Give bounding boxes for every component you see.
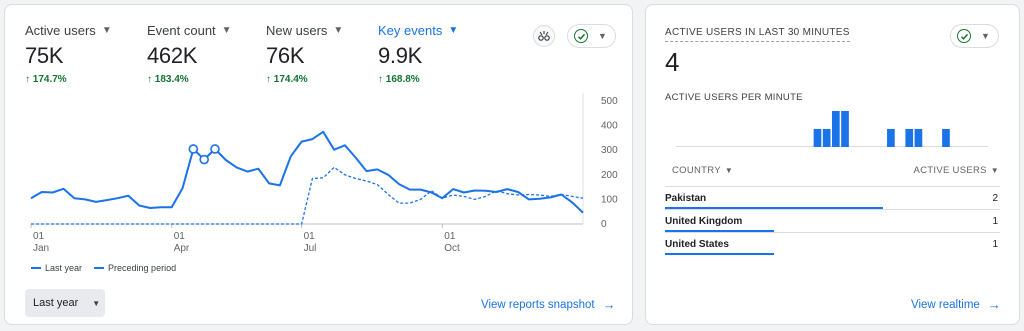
metric-change: ↑ 183.4% xyxy=(147,74,189,85)
check-circle-icon xyxy=(957,29,971,43)
legend-previous: Preceding period xyxy=(108,263,177,273)
y-tick-label: 0 xyxy=(601,219,607,230)
insights-icon[interactable] xyxy=(533,25,555,47)
minute-bar xyxy=(942,129,950,147)
arrow-up-icon: ↑ xyxy=(147,74,152,85)
data-point-marker xyxy=(188,144,199,154)
legend-current: Last year xyxy=(45,263,83,273)
metric-change: ↑ 174.7% xyxy=(25,74,67,85)
metric-label: Event count xyxy=(147,23,216,38)
per-minute-label: ACTIVE USERS PER MINUTE xyxy=(665,92,803,103)
metric-value: 462K xyxy=(147,43,198,68)
table-row[interactable]: United Kingdom 1 xyxy=(665,209,1000,232)
y-tick-label: 500 xyxy=(601,96,618,107)
minute-bar xyxy=(832,111,840,147)
table-row[interactable]: Pakistan 2 xyxy=(665,186,1000,209)
data-point-marker xyxy=(210,144,220,154)
metric-label: Key events xyxy=(378,23,443,38)
data-point-marker xyxy=(199,154,209,165)
view-realtime-link[interactable]: View realtime → xyxy=(911,297,1001,312)
realtime-count: 4 xyxy=(665,47,680,77)
metric-change: ↑ 174.4% xyxy=(266,74,308,85)
per-minute-bar-chart xyxy=(676,111,988,147)
caret-down-icon: ▼ xyxy=(448,25,459,36)
metric-change: ↑ 168.8% xyxy=(378,74,420,85)
x-tick-day: 01 xyxy=(33,231,45,242)
y-tick-label: 100 xyxy=(601,194,618,205)
check-circle-icon xyxy=(574,29,588,43)
series-line-last-year xyxy=(30,130,584,214)
table-header: COUNTRY ▼ ACTIVE USERS ▼ xyxy=(665,163,1000,185)
table-row[interactable]: United States 1 xyxy=(665,232,1000,255)
arrow-right-icon: → xyxy=(987,297,1001,312)
country-name: United Kingdom xyxy=(665,216,743,227)
x-tick-month: Jul xyxy=(304,243,317,254)
caret-down-icon: ▼ xyxy=(724,166,734,175)
metric-value: 9.9K xyxy=(378,43,423,68)
x-tick-day: 01 xyxy=(444,231,456,242)
key-events-line-chart: 500400300200100001Jan01Apr01Jul01Oct xyxy=(30,93,618,254)
date-range-select[interactable]: Last year ▼ xyxy=(25,289,105,317)
metric-event-count[interactable]: Event count ▼ 462K ↑ 183.4% xyxy=(147,23,232,85)
metric-new-users[interactable]: New users ▼ 76K ↑ 174.4% xyxy=(266,23,343,85)
caret-down-icon: ▼ xyxy=(92,298,101,308)
realtime-title[interactable]: ACTIVE USERS IN LAST 30 MINUTES xyxy=(665,27,850,42)
metric-value: 76K xyxy=(266,43,305,68)
x-tick-month: Oct xyxy=(444,243,460,254)
view-reports-snapshot-link[interactable]: View reports snapshot → xyxy=(481,297,616,312)
country-users: 1 xyxy=(992,239,998,250)
x-tick-month: Apr xyxy=(174,243,190,254)
status-dropdown[interactable]: ▼ xyxy=(950,24,999,48)
y-tick-label: 200 xyxy=(601,170,618,181)
minute-bar xyxy=(813,129,822,147)
y-tick-label: 400 xyxy=(601,121,618,132)
caret-down-icon: ▼ xyxy=(101,25,112,36)
caret-down-icon: ▼ xyxy=(990,166,999,175)
minute-bar xyxy=(914,129,923,147)
sparkle-icon xyxy=(538,31,550,41)
date-range-label: Last year xyxy=(33,297,79,309)
col-active-users-header[interactable]: ACTIVE USERS ▼ xyxy=(913,165,999,176)
metric-label: Active users xyxy=(25,23,96,38)
share-bar xyxy=(665,253,774,255)
country-users: 2 xyxy=(992,193,998,204)
y-tick-label: 300 xyxy=(601,145,618,156)
series-line-preceding-period xyxy=(31,166,584,225)
minute-bar xyxy=(887,129,895,147)
country-name: United States xyxy=(665,239,729,250)
realtime-card: ACTIVE USERS IN LAST 30 MINUTES 4 ▼ ACTI… xyxy=(645,4,1020,325)
metric-value: 75K xyxy=(25,43,64,68)
metric-active-users[interactable]: Active users ▼ 75K ↑ 174.7% xyxy=(25,23,112,85)
x-tick-day: 01 xyxy=(174,231,186,242)
arrow-up-icon: ↑ xyxy=(25,74,30,85)
caret-down-icon: ▼ xyxy=(598,31,607,41)
country-name: Pakistan xyxy=(665,193,707,204)
x-tick-month: Jan xyxy=(33,243,49,254)
caret-down-icon: ▼ xyxy=(221,25,232,36)
col-country-header[interactable]: COUNTRY ▼ xyxy=(672,165,733,176)
arrow-up-icon: ↑ xyxy=(266,74,271,85)
overview-card: Active users ▼ 75K ↑ 174.7% Event count … xyxy=(4,4,633,325)
caret-down-icon: ▼ xyxy=(981,31,990,41)
minute-bar xyxy=(841,111,849,147)
country-users: 1 xyxy=(992,216,998,227)
legend-dashed-swatch xyxy=(94,267,105,269)
x-tick-day: 01 xyxy=(304,231,316,242)
metric-label: New users xyxy=(266,23,328,38)
legend-solid-swatch xyxy=(31,267,41,269)
status-dropdown[interactable]: ▼ xyxy=(567,24,616,48)
caret-down-icon: ▼ xyxy=(333,25,344,36)
arrow-up-icon: ↑ xyxy=(378,74,383,85)
arrow-right-icon: → xyxy=(602,297,616,312)
metric-key-events[interactable]: Key events ▼ 9.9K ↑ 168.8% xyxy=(378,23,458,85)
minute-bar xyxy=(905,129,914,147)
minute-bar xyxy=(822,129,831,147)
chart-legend: Last year Preceding period xyxy=(31,263,176,273)
